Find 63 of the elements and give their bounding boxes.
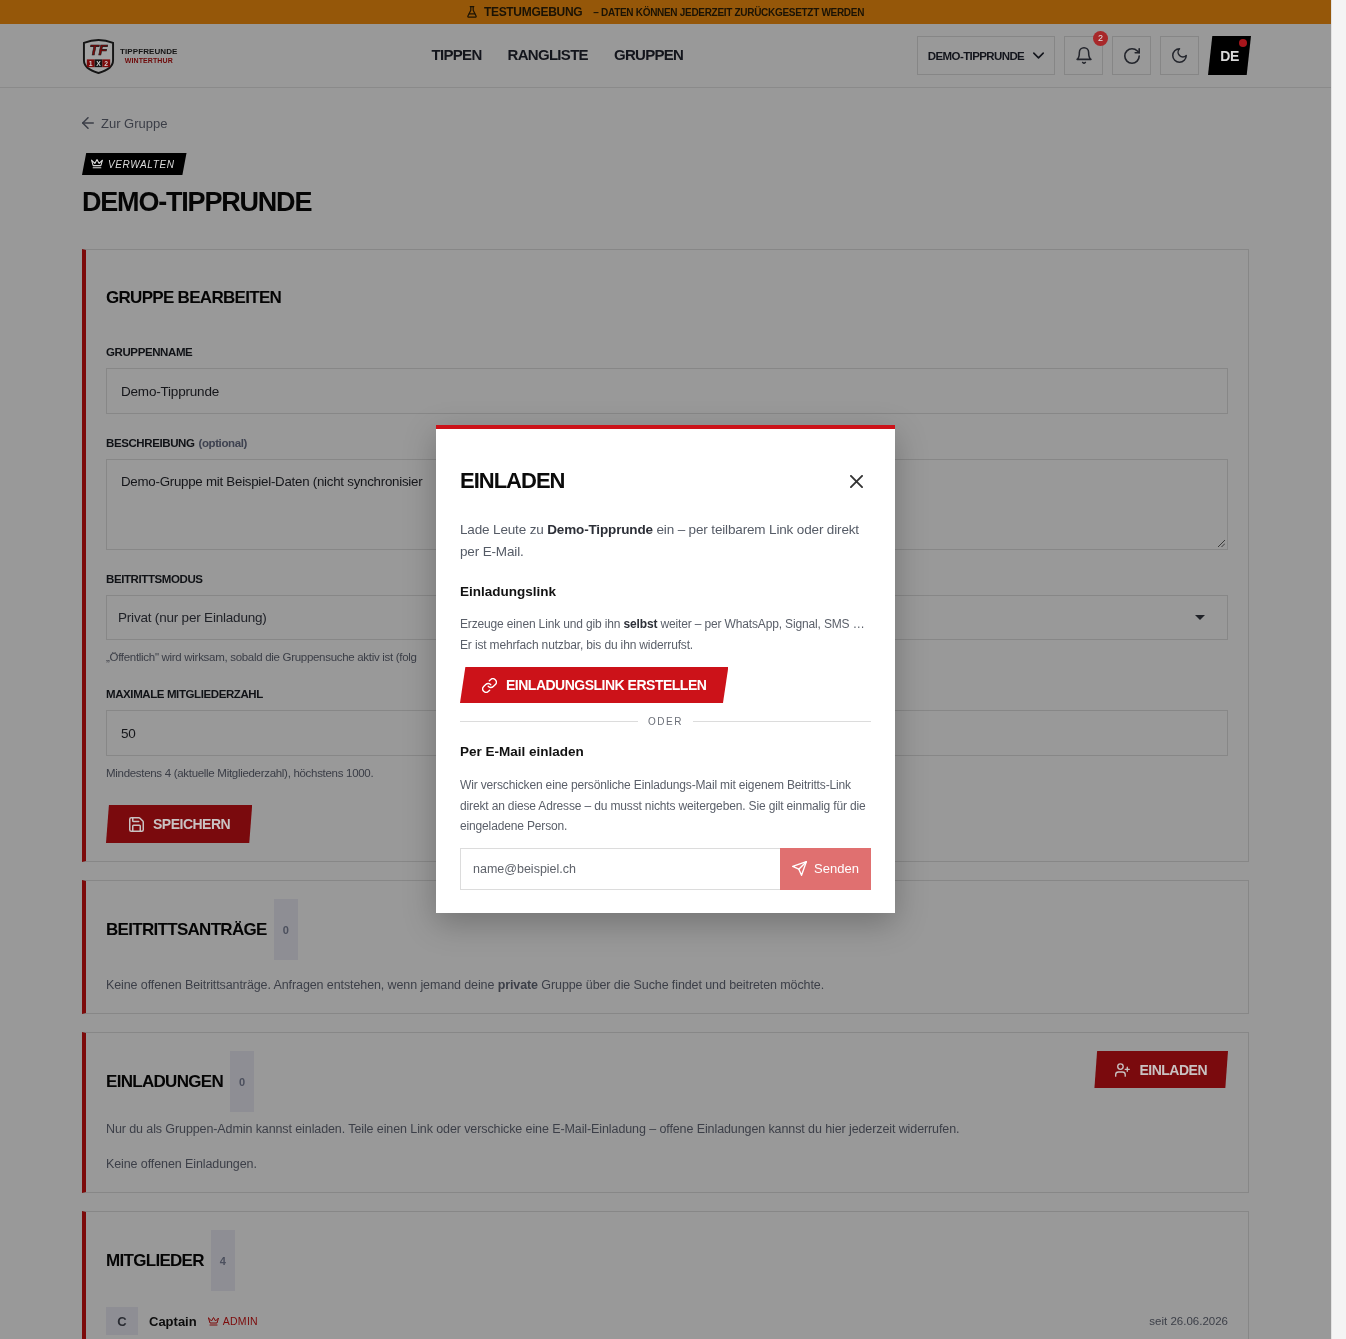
page-title: DEMO-TIPPRUNDE [82,186,312,219]
nav-link[interactable]: GRUPPEN [613,43,684,68]
flask-icon [466,6,477,18]
count-badge: 0 [273,899,298,960]
refresh-button[interactable] [1112,36,1151,75]
moon-icon [1172,48,1187,63]
notification-count-badge: 2 [1093,31,1108,46]
role-label: ADMIN [222,1315,258,1327]
close-icon [849,474,863,488]
dialog-intro: Lade Leute zu Demo-Tipprunde ein – per teilbarem Link oder direkt per E-Mail. [460,521,860,561]
section-heading: Per E-Mail einladen [460,743,585,761]
card-title: EINLADUNGEN [106,1070,223,1093]
card-title: BEITRITTSANTRÄGE [106,918,267,941]
nav-link[interactable]: TIPPEN [431,43,482,68]
field-label: GRUPPENNAME [106,345,193,360]
card-text: Nur du als Gruppen-Admin kannst einladen. Teile einen Link oder verschicke eine E-Mail-Einladung – offene Einladungen kannst du hier jederzeit widerrufen. [106,1121,961,1137]
refresh-icon [1123,47,1140,64]
member-since: seit 26.06.2026 [1149,1315,1228,1327]
banner-message: – DATEN KÖNNEN JEDERZEIT ZURÜCKGESETZT WERDEN [593,6,865,18]
logo-wordmark: TIPPFREUNDE [120,46,178,56]
badge-label: VERWALTEN [108,158,175,170]
link-icon [482,677,497,693]
field-hint: „Öffentlich" wird wirksam, sobald die Gruppensuche aktiv ist (folg [106,650,418,665]
bell-icon [1075,47,1092,64]
section-text: Erzeuge einen Link und gib ihn selbst weiter – per WhatsApp, Signal, SMS … Er ist mehrfach nutzbar, bis du ihn widerrufst. [460,616,866,654]
text-field[interactable]: Demo-Tipprunde [106,368,1228,414]
section-text: Wir verschicken eine persönliche Einladungs-Mail mit eigenem Beitritts-Link direkt an diese Adresse – du musst nichts weitergeben. Sie gilt einmalig für die eingeladene Person. [460,777,867,835]
caret-down-icon [1195,615,1205,620]
dialog-title: EINLADEN [460,468,565,494]
create-link-button[interactable]: EINLADUNGSLINK ERSTELLEN [460,667,729,703]
field-label: MAXIMALE MITGLIEDERZAHL [106,687,263,702]
empty-state-text: Keine offenen Einladungen. [106,1156,258,1172]
field-hint: Mindestens 4 (aktuelle Mitgliederzahl), höchstens 1000. [106,766,375,781]
language-button[interactable]: DE [1208,36,1251,75]
crown-icon [91,159,103,169]
field-label: BESCHREIBUNG [106,436,195,451]
nav-link[interactable]: RANGLISTE [507,43,588,68]
member-name: Captain [149,1313,197,1329]
save-icon [129,816,144,832]
resize-grip-icon [1218,540,1225,547]
save-button[interactable]: SPEICHERN [106,805,253,843]
banner-title: TESTUMGEBUNG [483,5,583,19]
send-icon [792,861,808,876]
invite-button[interactable]: EINLADEN [1094,1051,1228,1088]
card-text: Keine offenen Beitrittsanträge. Anfragen entstehen, wenn jemand deine private Gruppe über die Suche findet und beitreten möchte. [106,977,826,993]
field-label: BEITRITTSMODUS [106,572,203,587]
back-link[interactable]: Zur Gruppe [82,114,168,132]
section-heading: Einladungslink [460,583,557,601]
card-title: MITGLIEDER [106,1249,204,1272]
crown-icon [207,1316,219,1326]
optional-note: (optional) [198,436,247,451]
chevron-down-icon [1033,52,1045,59]
user-plus-icon [1115,1062,1131,1077]
notifications-button[interactable] [1064,36,1103,75]
divider-label: ODER [648,715,683,727]
scrollbar[interactable] [1331,0,1346,1339]
avatar: C [106,1307,138,1335]
count-badge: 0 [230,1051,254,1112]
theme-toggle-button[interactable] [1160,36,1199,75]
card-title: GRUPPE BEARBEITEN [106,287,283,309]
email-field[interactable]: name@beispiel.ch [460,847,780,890]
count-badge: 4 [210,1230,235,1291]
group-switcher[interactable]: DEMO-TIPPRUNDE [917,36,1055,75]
